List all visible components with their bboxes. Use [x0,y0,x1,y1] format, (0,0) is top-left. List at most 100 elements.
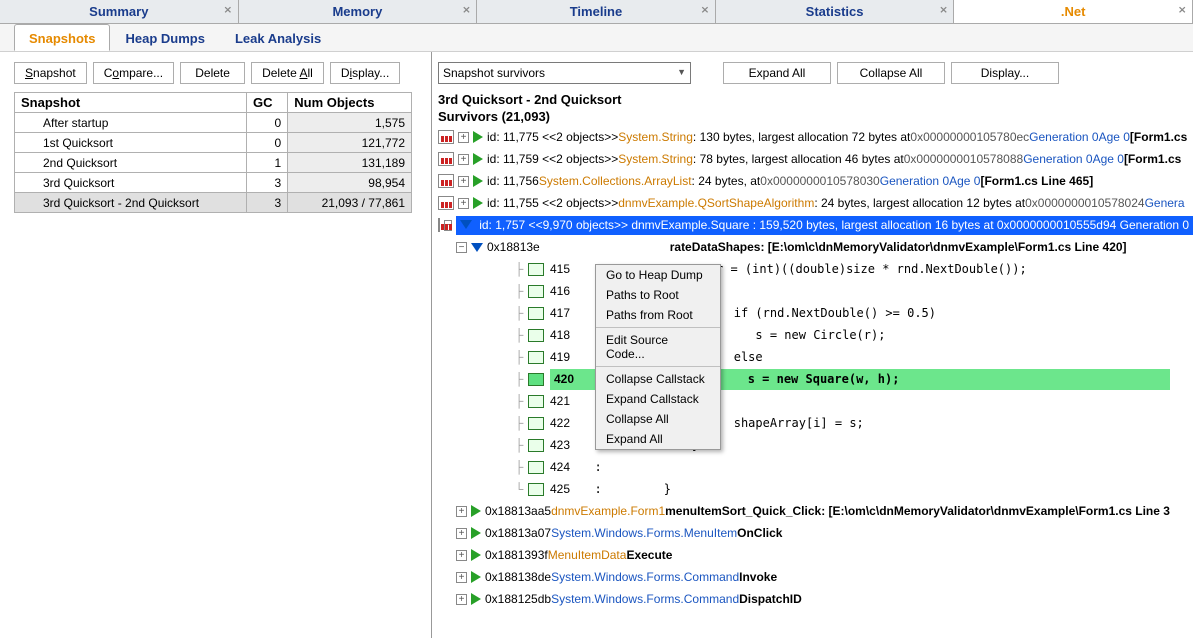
source-line: ├424 : [438,456,1193,478]
menu-collapse-all[interactable]: Collapse All [596,409,720,429]
menu-separator [596,366,720,367]
delete-all-button[interactable]: Delete All [251,62,324,84]
down-arrow-icon [471,243,483,252]
table-row[interactable]: 3rd Quicksort398,954 [15,173,412,193]
tab-timeline[interactable]: Timeline⨯ [477,0,716,23]
table-row[interactable]: After startup01,575 [15,113,412,133]
source-line: ├423 :} [438,434,1193,456]
line-icon [528,461,544,474]
line-icon [528,439,544,452]
tree-row[interactable]: + id: 11,775 <<2 objects>> System.String… [438,126,1193,148]
expand-icon[interactable]: + [458,154,469,165]
tree-row[interactable]: +0x18813aa5 dnmvExample.Form1 menuItemSo… [438,500,1193,522]
close-icon[interactable]: ⨯ [701,5,711,16]
expand-icon[interactable]: + [458,176,469,187]
line-icon [528,285,544,298]
expand-icon[interactable]: + [456,550,467,561]
chart-icon [438,152,454,166]
tree-row[interactable]: +0x188125db System.Windows.Forms.Command… [438,588,1193,610]
diff-title: 3rd Quicksort - 2nd Quicksort [438,90,1193,109]
expand-icon[interactable]: + [456,594,467,605]
expand-icon[interactable]: + [458,132,469,143]
play-icon [473,131,483,143]
play-icon [471,593,481,605]
survivors-count: Survivors (21,093) [438,109,1193,124]
tree-row[interactable]: − 0x18813e rateDataShapes : [E:\om\c\dnM… [438,236,1193,258]
menu-goto-heap-dump[interactable]: Go to Heap Dump [596,265,720,285]
menu-expand-all[interactable]: Expand All [596,429,720,449]
source-line: ├419 :else [438,346,1193,368]
expand-icon[interactable]: + [456,506,467,517]
line-icon [528,263,544,276]
menu-collapse-callstack[interactable]: Collapse Callstack [596,369,720,389]
chart-icon [438,130,454,144]
chart-icon [438,174,454,188]
source-line: ├416 : [438,280,1193,302]
collapse-all-button[interactable]: Collapse All [837,62,945,84]
filter-select[interactable]: Snapshot survivors [438,62,691,84]
line-icon [528,329,544,342]
menu-expand-callstack[interactable]: Expand Callstack [596,389,720,409]
collapse-icon[interactable]: − [456,242,467,253]
subtab-leak-analysis[interactable]: Leak Analysis [220,24,336,51]
right-toolbar: Snapshot survivors Expand All Collapse A… [438,62,1193,84]
line-icon [528,307,544,320]
tree-row[interactable]: + id: 11,756 System.Collections.ArrayLis… [438,170,1193,192]
expand-all-button[interactable]: Expand All [723,62,831,84]
close-icon[interactable]: ⨯ [1178,5,1188,16]
menu-edit-source[interactable]: Edit Source Code... [596,330,720,364]
tree-row[interactable]: +0x188138de System.Windows.Forms.Command… [438,566,1193,588]
sub-tab-bar: Snapshots Heap Dumps Leak Analysis [0,24,1193,52]
tree-row[interactable]: +0x18813a07 System.Windows.Forms.MenuIte… [438,522,1193,544]
menu-paths-from-root[interactable]: Paths from Root [596,305,720,325]
col-gc[interactable]: GC [247,93,288,113]
delete-button[interactable]: Delete [180,62,245,84]
display-right-button[interactable]: Display... [951,62,1059,84]
table-row[interactable]: 2nd Quicksort1131,189 [15,153,412,173]
expand-icon[interactable]: + [456,572,467,583]
source-line: └425 :} [438,478,1193,500]
compare-button[interactable]: Compare... [93,62,174,84]
expand-icon[interactable]: + [458,198,469,209]
table-row[interactable]: 1st Quicksort0121,772 [15,133,412,153]
tab-summary[interactable]: Summary⨯ [0,0,239,23]
left-toolbar: Snapshot Compare... Delete Delete All Di… [14,62,425,84]
close-icon[interactable]: ⨯ [462,5,472,16]
snapshot-table: Snapshot GC Num Objects After startup01,… [14,92,412,213]
close-icon[interactable]: ⨯ [939,5,949,16]
tree-row[interactable]: + id: 11,755 <<2 objects>> dnmvExample.Q… [438,192,1193,214]
line-icon [528,373,544,386]
subtab-snapshots[interactable]: Snapshots [14,24,110,51]
close-icon[interactable]: ⨯ [224,5,234,16]
line-icon [528,417,544,430]
context-menu: Go to Heap Dump Paths to Root Paths from… [595,264,721,450]
display-button[interactable]: Display... [330,62,400,84]
play-icon [473,175,483,187]
play-icon [471,549,481,561]
collapse-icon[interactable]: − [444,220,452,231]
tab-dotnet[interactable]: .Net⨯ [954,0,1193,23]
col-snapshot[interactable]: Snapshot [15,93,247,113]
subtab-heap-dumps[interactable]: Heap Dumps [110,24,219,51]
play-icon [471,505,481,517]
tab-memory[interactable]: Memory⨯ [239,0,478,23]
tree-row[interactable]: +0x1881393f MenuItemData Execute [438,544,1193,566]
tree-row-selected[interactable]: − id: 1,757 <<9,970 objects>> dnmvExampl… [438,214,1193,236]
snapshot-button[interactable]: Snapshot [14,62,87,84]
tab-statistics[interactable]: Statistics⨯ [716,0,955,23]
play-icon [471,571,481,583]
source-line-highlighted: ├420 s = new Square(w, h); [438,368,1193,390]
source-line: ├418 : s = new Circle(r); [438,324,1193,346]
tree-row[interactable]: + id: 11,759 <<2 objects>> System.String… [438,148,1193,170]
expand-icon[interactable]: + [456,528,467,539]
menu-paths-to-root[interactable]: Paths to Root [596,285,720,305]
play-icon [473,153,483,165]
chart-icon [438,196,454,210]
col-num-objects[interactable]: Num Objects [288,93,412,113]
table-row[interactable]: 3rd Quicksort - 2nd Quicksort321,093 / 7… [15,193,412,213]
object-tree: + id: 11,775 <<2 objects>> System.String… [438,126,1193,610]
menu-separator [596,327,720,328]
line-icon [528,395,544,408]
down-arrow-icon [460,220,472,229]
source-line: ├415r = (int)((double)size * rnd.NextDou… [438,258,1193,280]
